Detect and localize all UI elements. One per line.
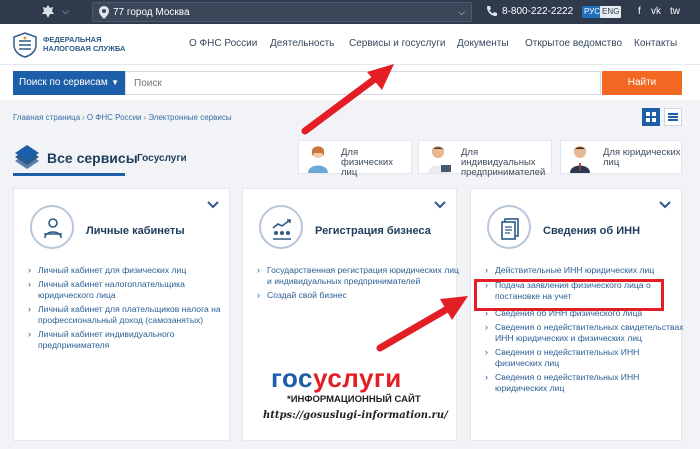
card-title[interactable]: Сведения об ИНН bbox=[543, 225, 640, 237]
lang-en-button[interactable]: ENG bbox=[600, 6, 622, 18]
list-item[interactable]: › Личный кабинет налогоплательщика юридич… bbox=[26, 279, 231, 301]
tab-entrepreneurs[interactable]: Для индивидуальных предпринимателей bbox=[418, 140, 552, 178]
fns-logo-icon[interactable] bbox=[13, 32, 37, 58]
nav-documents[interactable]: Документы bbox=[457, 38, 509, 49]
twitter-icon[interactable]: tw bbox=[670, 6, 680, 17]
man-person-icon bbox=[428, 146, 451, 173]
bullet-chevron-icon: › bbox=[485, 372, 488, 382]
bullet-chevron-icon: › bbox=[485, 265, 488, 275]
nav-about[interactable]: О ФНС России bbox=[189, 38, 257, 49]
business-growth-icon bbox=[272, 219, 291, 240]
bullet-chevron-icon: › bbox=[257, 290, 260, 300]
bullet-chevron-icon: › bbox=[28, 265, 31, 275]
list-item[interactable]: › Сведения о недействительных ИНН физичес… bbox=[483, 347, 688, 369]
list-view-button[interactable] bbox=[664, 108, 682, 126]
emblem-icon[interactable] bbox=[40, 4, 56, 20]
region-name: 77 город Москва bbox=[113, 7, 190, 18]
card-link-list: › Личный кабинет для физических лиц › Личн… bbox=[26, 265, 231, 354]
list-item[interactable]: › Действительные ИНН юридических лиц bbox=[483, 265, 688, 276]
search-input[interactable] bbox=[125, 71, 601, 95]
active-tab-indicator bbox=[13, 173, 125, 176]
region-selector[interactable]: 77 город Москва ⌵ bbox=[92, 2, 472, 22]
chevron-down-icon[interactable] bbox=[207, 201, 219, 209]
bullet-chevron-icon: › bbox=[28, 304, 31, 314]
card-title[interactable]: Личные кабинеты bbox=[86, 225, 185, 237]
services-icon bbox=[15, 145, 39, 169]
grid-view-button[interactable] bbox=[642, 108, 660, 126]
bullet-chevron-icon: › bbox=[257, 265, 260, 275]
card-icon-circle bbox=[30, 205, 74, 249]
breadcrumb-current: Электронные сервисы bbox=[148, 113, 232, 122]
search-scope-select[interactable]: Поиск по сервисам ▼ bbox=[13, 71, 125, 95]
chevron-down-icon[interactable] bbox=[659, 201, 671, 209]
list-item[interactable]: › Сведения о недействительных ИНН юридиче… bbox=[483, 372, 688, 394]
bullet-chevron-icon: › bbox=[28, 329, 31, 339]
fns-logo-text[interactable]: Федеральная налоговая служба bbox=[43, 35, 125, 53]
bullet-chevron-icon: › bbox=[485, 322, 488, 332]
list-item[interactable]: › Сведения о недействительных свидетельст… bbox=[483, 322, 688, 344]
gosuslugi-logo: госуслуги bbox=[271, 363, 402, 393]
card-title[interactable]: Регистрация бизнеса bbox=[315, 225, 431, 237]
grid-icon bbox=[646, 112, 656, 122]
nav-services[interactable]: Сервисы и госуслуги bbox=[349, 38, 446, 49]
list-item[interactable]: › Государственная регистрация юридических… bbox=[255, 265, 460, 287]
facebook-icon[interactable]: f bbox=[638, 6, 641, 17]
card-inn-info: Сведения об ИНН › Действительные ИНН юрид… bbox=[470, 188, 684, 441]
breadcrumb-home[interactable]: Главная страница bbox=[13, 113, 80, 122]
highlight-box bbox=[474, 279, 664, 311]
chevron-down-icon[interactable]: ⌵ bbox=[62, 6, 69, 17]
person-at-desk-icon bbox=[44, 218, 62, 239]
list-item[interactable]: › Создай свой бизнес bbox=[255, 290, 460, 301]
nav-contacts[interactable]: Контакты bbox=[634, 38, 677, 49]
breadcrumb: Главная страница › О ФНС России › Электронны… bbox=[13, 113, 232, 122]
bullet-chevron-icon: › bbox=[28, 279, 31, 289]
list-item[interactable]: › Личный кабинет для физических лиц bbox=[26, 265, 231, 276]
list-item[interactable]: › Личный кабинет для плательщиков налога … bbox=[26, 304, 231, 326]
find-button[interactable]: Найти bbox=[602, 71, 682, 95]
phone-icon bbox=[487, 6, 497, 16]
breadcrumb-about[interactable]: О ФНС России bbox=[87, 113, 142, 122]
gosuslugi-watermark: госуслуги *ИНФОРМАЦИОННЫЙ САЙТ https://g… bbox=[243, 363, 453, 423]
card-icon-circle bbox=[487, 205, 531, 249]
businessman-icon bbox=[570, 146, 590, 173]
watermark-subtitle: *ИНФОРМАЦИОННЫЙ САЙТ bbox=[287, 394, 421, 405]
nav-open-agency[interactable]: Открытое ведомство bbox=[525, 38, 622, 49]
tab-all-services[interactable]: Все сервисы bbox=[47, 150, 138, 166]
documents-icon bbox=[501, 218, 519, 240]
location-pin-icon bbox=[99, 6, 109, 19]
chevron-down-icon: ⌵ bbox=[458, 7, 465, 17]
chevron-down-icon: ▼ bbox=[111, 78, 119, 87]
tab-legal-entities[interactable]: Для юридических лиц bbox=[560, 140, 682, 174]
tab-individuals[interactable]: Для физических лиц bbox=[298, 140, 412, 178]
bullet-chevron-icon: › bbox=[485, 347, 488, 357]
search-row: Поиск по сервисам ▼ Найти bbox=[0, 64, 700, 100]
breadcrumb-separator: › bbox=[143, 113, 147, 122]
watermark-url: https://gosuslugi-information.ru/ bbox=[263, 410, 448, 421]
nav-activity[interactable]: Деятельность bbox=[270, 38, 334, 49]
vk-icon[interactable]: vk bbox=[651, 6, 661, 17]
card-icon-circle bbox=[259, 205, 303, 249]
list-icon bbox=[668, 113, 678, 121]
chevron-down-icon[interactable] bbox=[434, 201, 446, 209]
top-bar: ⌵ 77 город Москва ⌵ 8-800-222-2222 РУС E… bbox=[0, 0, 700, 24]
card-link-list: › Государственная регистрация юридических… bbox=[255, 265, 460, 304]
list-item[interactable]: › Личный кабинет индивидуального предприн… bbox=[26, 329, 231, 351]
card-business-registration: Регистрация бизнеса › Государственная рег… bbox=[242, 188, 460, 441]
tab-gosuslugi[interactable]: Госуслуги bbox=[137, 153, 187, 164]
card-personal-accounts: Личные кабинеты › Личный кабинет для физи… bbox=[13, 188, 230, 441]
hotline-phone[interactable]: 8-800-222-2222 bbox=[502, 6, 573, 17]
site-header: Федеральная налоговая служба О ФНС Росси… bbox=[0, 24, 700, 64]
breadcrumb-separator: › bbox=[82, 113, 85, 122]
woman-person-icon bbox=[308, 146, 328, 173]
